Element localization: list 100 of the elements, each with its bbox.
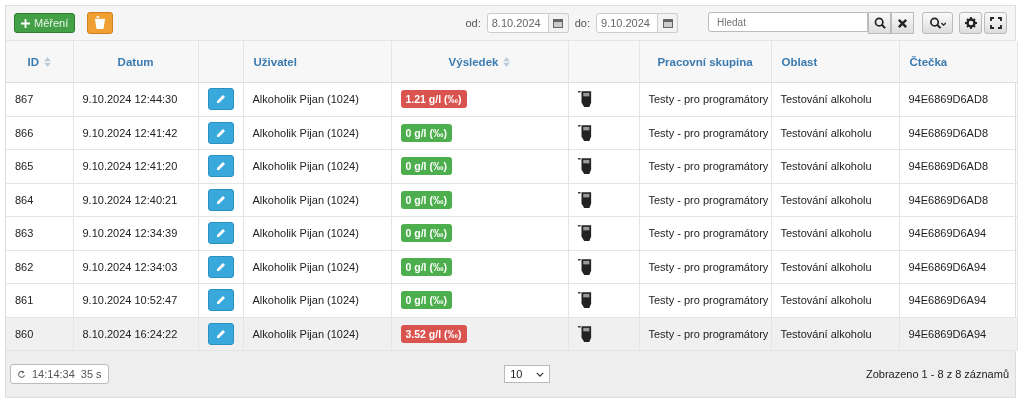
table-row[interactable]: 867 9.10.2024 12:44:30 Alkoholik Pijan (1024) 1.21 g/l (‰) Testy - pro programátory Testování alkoholu 94E6869D6AD8 (6, 82, 1017, 116)
pencil-icon (214, 93, 227, 106)
table-cell: 861 (15, 294, 34, 307)
refresh-icon (17, 369, 26, 379)
edit-button[interactable] (207, 222, 234, 245)
table-cell: 9.10.2024 12:41:20 (82, 160, 178, 173)
calendar-icon (662, 18, 673, 28)
pencil-icon (214, 227, 227, 240)
pencil-icon (214, 193, 227, 206)
table-cell: Alkoholik Pijan (1024) (252, 294, 359, 307)
table-row[interactable]: 866 9.10.2024 12:41:42 Alkoholik Pijan (1024) 0 g/l (‰) Testy - pro programátory Testování alkoholu 94E6869D6AD8 (6, 116, 1017, 150)
table-row[interactable]: 863 9.10.2024 12:34:39 Alkoholik Pijan (1024) 0 g/l (‰) Testy - pro programátory Testování alkoholu 94E6869D6A94 (6, 216, 1017, 250)
column-header[interactable]: Uživatel (253, 55, 297, 68)
edit-button[interactable] (207, 88, 234, 111)
edit-button[interactable] (207, 322, 234, 345)
result-badge: 1.21 g/l (‰) (400, 90, 467, 109)
table-cell: 94E6869D6AD8 (908, 160, 988, 173)
column-header[interactable]: Čtečka (909, 55, 948, 68)
table-cell: Alkoholik Pijan (1024) (252, 260, 359, 273)
page-size-select[interactable]: 10 (504, 365, 551, 383)
breathalyzer-icon (577, 257, 592, 276)
refresh-time: 14:14:34 (32, 368, 75, 380)
table-row[interactable]: 860 8.10.2024 16:24:22 Alkoholik Pijan (1024) 3.52 g/l (‰) Testy - pro programátory Testování alkoholu 94E6869D6A94 (6, 317, 1017, 351)
breathalyzer-icon (577, 291, 592, 310)
table-cell: 866 (15, 126, 34, 139)
table-cell: 8.10.2024 16:24:22 (82, 327, 178, 340)
pencil-icon (214, 126, 227, 139)
result-badge: 0 g/l (‰) (400, 291, 452, 310)
table-cell: 94E6869D6AD8 (908, 126, 988, 139)
column-header[interactable]: Výsledek (448, 55, 499, 68)
clear-button[interactable] (891, 12, 914, 34)
result-badge: 0 g/l (‰) (400, 157, 452, 176)
date-to-field[interactable]: 9.10.2024 (596, 13, 658, 33)
pencil-icon (214, 327, 227, 340)
table-cell: Testování alkoholu (780, 160, 872, 173)
table-row[interactable]: 864 9.10.2024 12:40:21 Alkoholik Pijan (1024) 0 g/l (‰) Testy - pro programátory Testování alkoholu 94E6869D6AD8 (6, 183, 1017, 217)
table-cell: 860 (15, 327, 34, 340)
table-cell: 94E6869D6A94 (908, 294, 987, 307)
table-row[interactable]: 865 9.10.2024 12:41:20 Alkoholik Pijan (1024) 0 g/l (‰) Testy - pro programátory Testování alkoholu 94E6869D6AD8 (6, 149, 1017, 183)
search-button[interactable] (868, 12, 891, 34)
table-cell: Testy - pro programátory (648, 160, 769, 173)
table-cell: Testy - pro programátory (648, 193, 769, 206)
table-cell: Alkoholik Pijan (1024) (252, 193, 359, 206)
table-cell: Testy - pro programátory (648, 93, 769, 106)
edit-button[interactable] (207, 188, 234, 211)
edit-button[interactable] (207, 121, 234, 144)
result-badge: 0 g/l (‰) (400, 123, 452, 142)
table-cell: 865 (15, 160, 34, 173)
close-icon (897, 17, 908, 29)
search-options-button[interactable] (922, 12, 953, 34)
edit-button[interactable] (207, 155, 234, 178)
column-header[interactable]: ID (27, 55, 39, 68)
table-cell: 9.10.2024 12:44:30 (82, 93, 178, 106)
cup-icon (94, 16, 107, 30)
table-cell: 864 (15, 193, 34, 206)
fullscreen-button[interactable] (984, 12, 1007, 34)
breathalyzer-icon (577, 90, 592, 109)
table-cell: Alkoholik Pijan (1024) (252, 327, 359, 340)
table-cell: 9.10.2024 10:52:47 (82, 294, 178, 307)
table-cell: 862 (15, 260, 34, 273)
table-cell: 9.10.2024 12:34:39 (82, 227, 178, 240)
calendar-icon (553, 18, 564, 28)
table-cell: Testování alkoholu (780, 227, 872, 240)
breathalyzer-icon (577, 123, 592, 142)
date-from-field[interactable]: 8.10.2024 (486, 13, 549, 33)
refresh-interval: 35 s (80, 368, 102, 380)
pencil-icon (214, 294, 227, 307)
table-cell: 863 (15, 227, 34, 240)
edit-button[interactable] (207, 255, 234, 278)
table-row[interactable]: 862 9.10.2024 12:34:03 Alkoholik Pijan (1024) 0 g/l (‰) Testy - pro programátory Testování alkoholu 94E6869D6A94 (6, 250, 1017, 284)
table-cell: 9.10.2024 12:34:03 (82, 260, 178, 273)
table-cell: 867 (15, 93, 34, 106)
column-header[interactable]: Datum (117, 55, 154, 68)
cup-button[interactable] (87, 12, 114, 34)
plus-icon (21, 18, 30, 28)
search-field[interactable]: Hledat (708, 12, 868, 32)
table-cell: Testování alkoholu (780, 260, 872, 273)
pencil-icon (214, 160, 227, 173)
breathalyzer-icon (577, 190, 592, 209)
settings-button[interactable] (959, 12, 982, 34)
table-cell: Testy - pro programátory (648, 126, 769, 139)
table-cell: Testování alkoholu (780, 327, 872, 340)
search-dropdown-icon (928, 17, 947, 29)
date-to-label: do: (574, 17, 590, 29)
caret-icon (536, 371, 545, 377)
column-header[interactable]: Oblast (781, 55, 818, 68)
date-from-label: od: (465, 17, 481, 29)
breathalyzer-icon (577, 324, 592, 343)
table-cell: Alkoholik Pijan (1024) (252, 160, 359, 173)
refresh-button[interactable]: 14:14:34 35 s (10, 364, 109, 384)
edit-button[interactable] (207, 289, 234, 312)
pencil-icon (214, 260, 227, 273)
table-cell: Testování alkoholu (780, 294, 872, 307)
table-cell: Testy - pro programátory (648, 227, 769, 240)
table-cell: 94E6869D6A94 (908, 260, 987, 273)
table-row[interactable]: 861 9.10.2024 10:52:47 Alkoholik Pijan (1024) 0 g/l (‰) Testy - pro programátory Testování alkoholu 94E6869D6A94 (6, 283, 1017, 317)
result-badge: 0 g/l (‰) (400, 257, 452, 276)
table-cell: Alkoholik Pijan (1024) (252, 126, 359, 139)
table-cell: 9.10.2024 12:41:42 (82, 126, 178, 139)
result-badge: 0 g/l (‰) (400, 190, 452, 209)
